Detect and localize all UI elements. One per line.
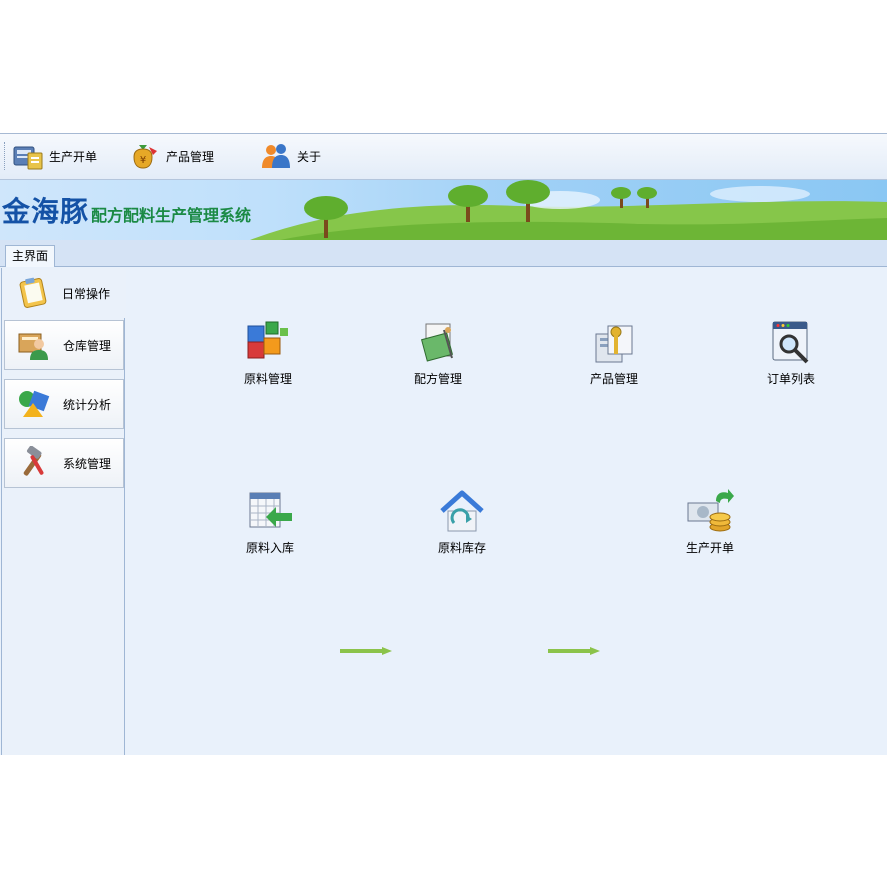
- brand-title: 金海豚: [2, 195, 90, 228]
- house-refresh-icon: [438, 489, 486, 535]
- banner: 金海豚 配方配料生产管理系统: [0, 180, 887, 240]
- tile-raw-material-stock[interactable]: 原料库存: [417, 489, 507, 556]
- toolbar: 生产开单 ¥ 产品管理 关于: [0, 134, 887, 180]
- tile-label: 订单列表: [766, 372, 815, 386]
- tile-label: 原料管理: [243, 372, 292, 386]
- nav-item-daily-operations[interactable]: 日常操作: [4, 268, 126, 318]
- flow-arrow-1: [340, 647, 392, 655]
- warehouse-person-icon: [17, 328, 51, 362]
- tile-production-order[interactable]: 生产开单: [665, 489, 755, 556]
- nav-item-label: 仓库管理: [63, 338, 112, 353]
- toolbar-product-management-button[interactable]: ¥ 产品管理: [129, 140, 214, 172]
- tree-illustration-4: [611, 187, 631, 208]
- tile-label: 生产开单: [685, 541, 734, 555]
- toolbar-production-order-label: 生产开单: [49, 149, 98, 164]
- tile-label: 原料入库: [245, 541, 294, 555]
- tile-product-management[interactable]: 产品管理: [569, 320, 659, 387]
- money-bag-icon: ¥: [129, 141, 161, 171]
- toolbar-grip[interactable]: [4, 142, 8, 170]
- product-key-icon: [590, 320, 638, 366]
- users-icon: [260, 141, 292, 171]
- left-nav: 日常操作 仓库管理 统计分析 系统管理: [1, 268, 126, 755]
- tile-raw-material-inbound[interactable]: 原料入库: [225, 489, 315, 556]
- formula-book-icon: [414, 320, 462, 366]
- flow-arrow-2: [548, 647, 600, 655]
- tile-raw-material-management[interactable]: 原料管理: [223, 320, 313, 387]
- clipboard-icon: [16, 276, 50, 310]
- toolbar-about-label: 关于: [297, 149, 322, 164]
- nav-item-system-management[interactable]: 系统管理: [4, 438, 124, 488]
- toolbar-product-management-label: 产品管理: [166, 149, 215, 164]
- system-subtitle: 配方配料生产管理系统: [91, 206, 252, 225]
- main-window: 生产开单 ¥ 产品管理 关于 金海豚 配方配料生产管理系统 主界面 日常操作 仓…: [0, 133, 887, 755]
- nav-item-warehouse-management[interactable]: 仓库管理: [4, 320, 124, 370]
- tools-icon: [17, 445, 51, 480]
- nav-item-label: 统计分析: [63, 397, 112, 412]
- calendar-arrow-icon: [246, 489, 294, 535]
- tile-label: 产品管理: [589, 372, 638, 386]
- nav-item-label: 系统管理: [63, 456, 112, 471]
- tab-strip: 主界面: [0, 240, 887, 267]
- search-window-icon: [767, 320, 815, 366]
- tile-formula-management[interactable]: 配方管理: [393, 320, 483, 387]
- money-coins-icon: [686, 489, 734, 535]
- tree-illustration-5: [637, 187, 657, 208]
- toolbar-about-button[interactable]: 关于: [260, 140, 321, 172]
- production-order-icon: [12, 141, 44, 171]
- toolbar-production-order-button[interactable]: 生产开单: [12, 140, 97, 172]
- cubes-icon: [244, 320, 292, 366]
- tile-order-list[interactable]: 订单列表: [746, 320, 836, 387]
- nav-item-label: 日常操作: [62, 286, 111, 301]
- tile-label: 配方管理: [413, 372, 462, 386]
- tab-main-interface[interactable]: 主界面: [5, 245, 56, 267]
- tile-label: 原料库存: [437, 541, 486, 555]
- shapes-chart-icon: [17, 387, 51, 421]
- nav-item-statistics[interactable]: 统计分析: [4, 379, 124, 429]
- svg-text:¥: ¥: [140, 155, 146, 166]
